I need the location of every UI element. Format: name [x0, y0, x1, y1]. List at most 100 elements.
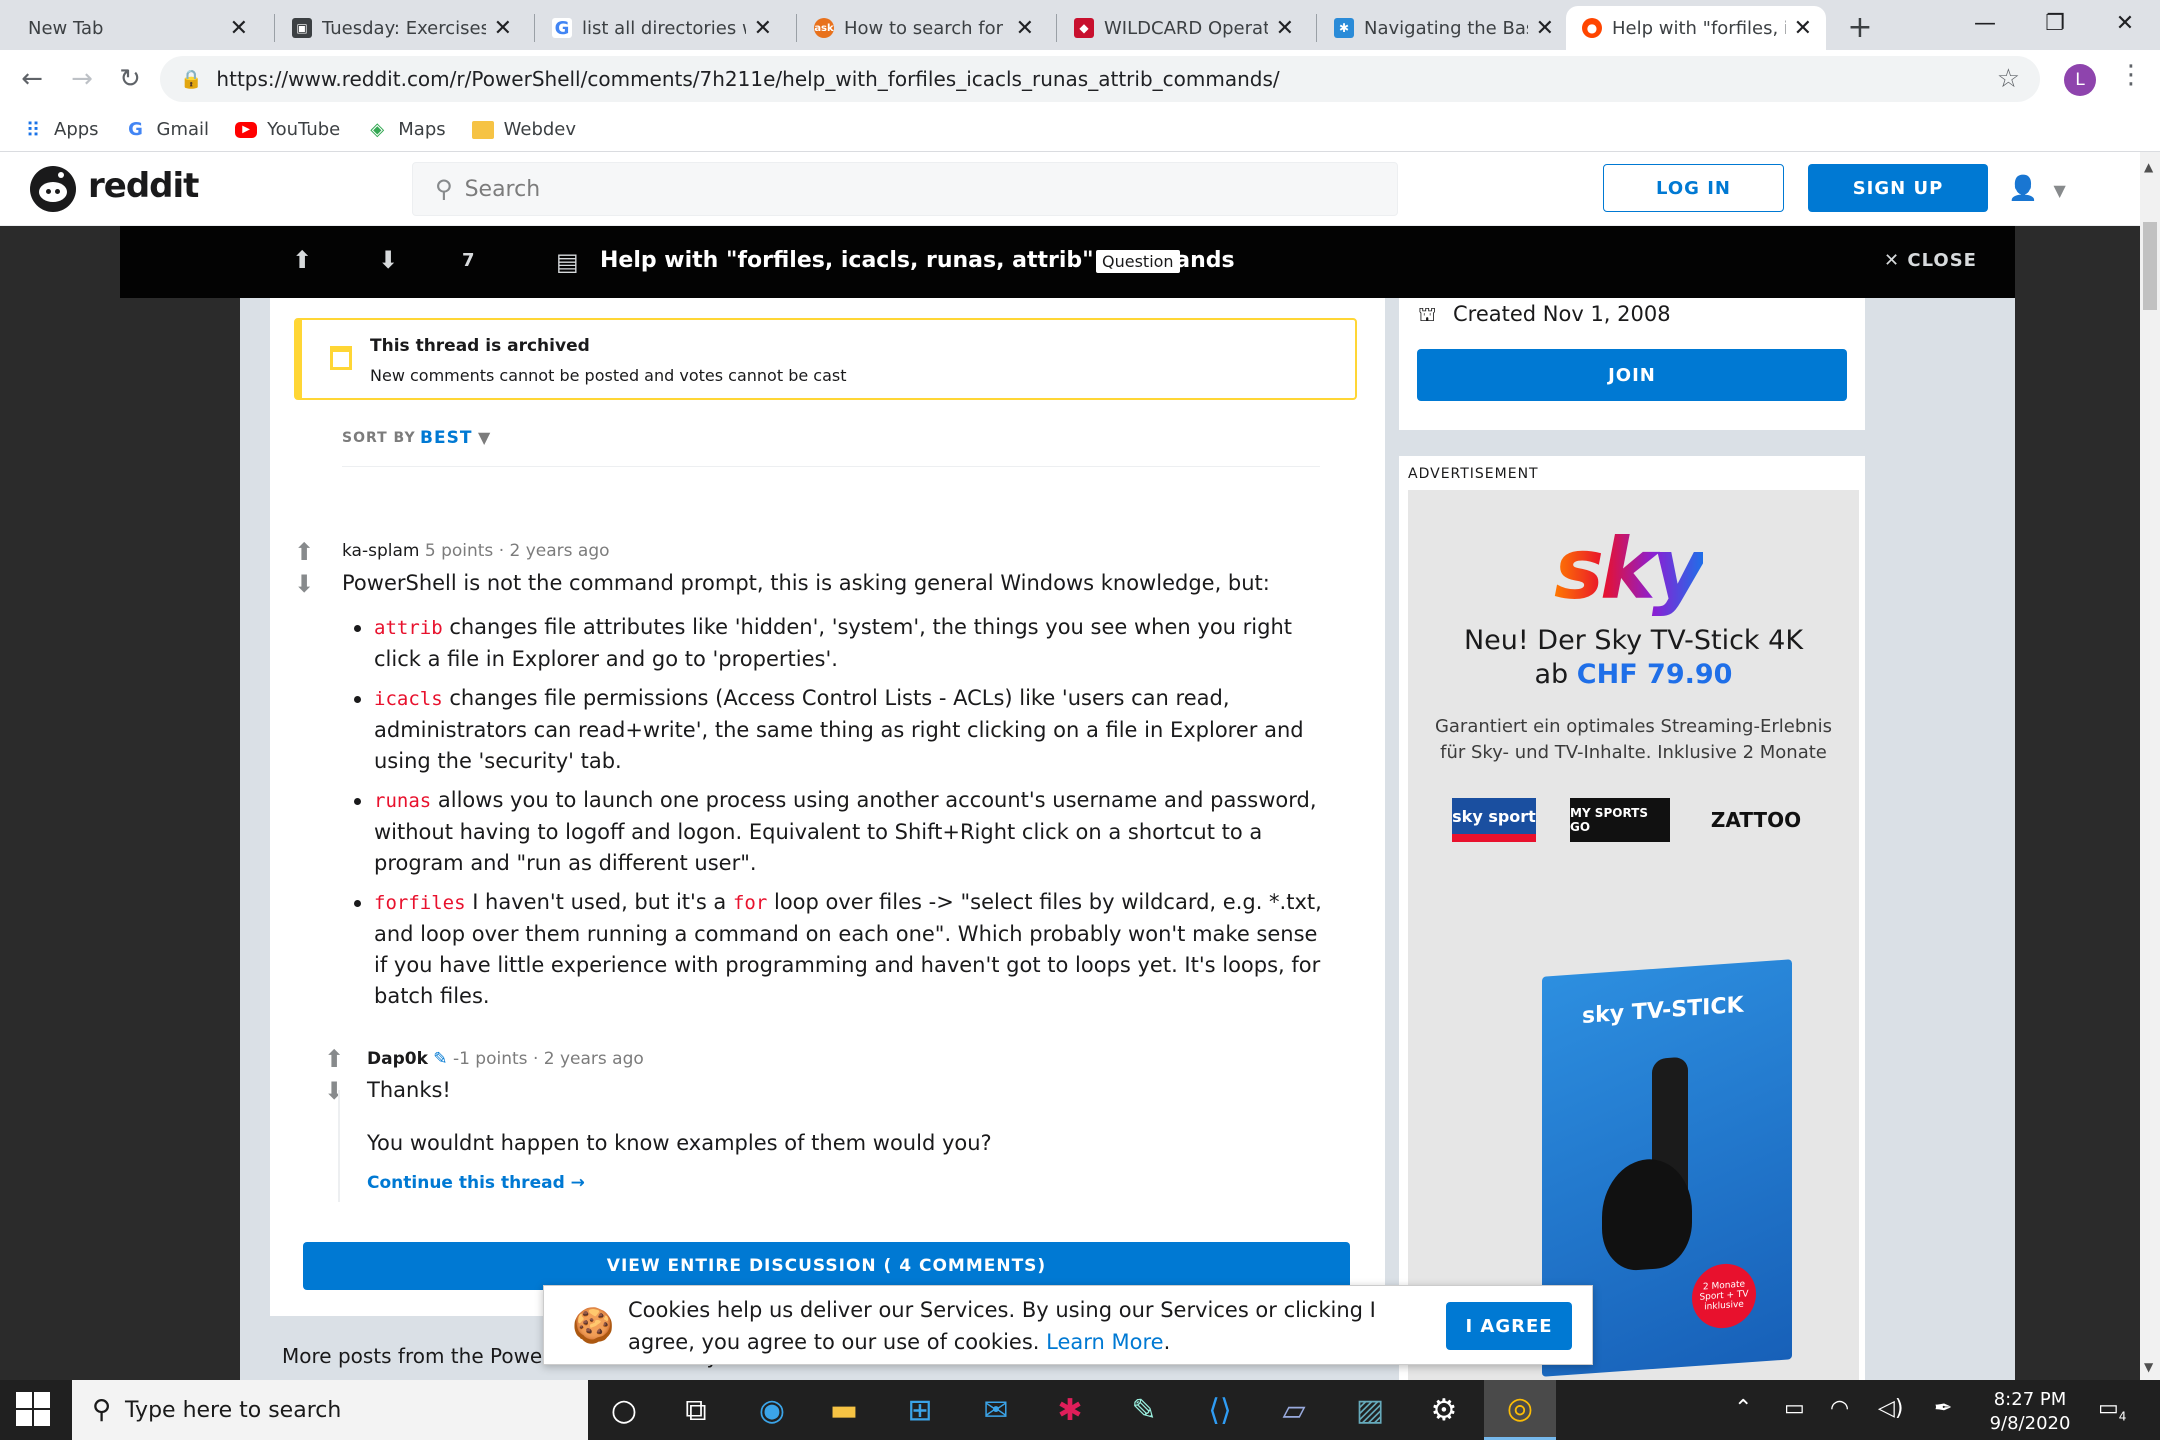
chrome-icon[interactable]: ◎	[1484, 1380, 1556, 1440]
settings-gear-icon[interactable]: ⚙	[1408, 1380, 1480, 1440]
tab-how-to-search[interactable]: ask How to search for all ✕	[798, 6, 1048, 50]
list-item: runas allows you to launch one process u…	[342, 785, 1322, 879]
show-hidden-icons-icon[interactable]: ⌃	[1734, 1396, 1752, 1421]
inline-code: for	[732, 892, 768, 914]
bookmark-youtube[interactable]: ▶ YouTube	[235, 119, 340, 140]
close-icon[interactable]: ✕	[754, 16, 772, 41]
bookmark-maps[interactable]: ◈ Maps	[366, 119, 445, 141]
tab-title: Navigating the Bash	[1364, 17, 1528, 39]
community-created: Created Nov 1, 2008	[1453, 302, 1671, 326]
close-icon: ✕	[1884, 250, 1908, 271]
new-tab-button[interactable]: +	[1840, 8, 1880, 48]
thread-line[interactable]	[338, 1090, 340, 1202]
pen-icon[interactable]: ✒	[1934, 1396, 1952, 1421]
windows-start-icon[interactable]	[16, 1392, 52, 1428]
tab-title: WILDCARD Operato	[1104, 17, 1268, 39]
upvote-icon[interactable]: ⬆	[292, 246, 312, 274]
bookmark-star-icon[interactable]: ☆	[1997, 64, 2020, 94]
address-bar[interactable]: 🔒 https://www.reddit.com/r/PowerShell/co…	[160, 56, 2040, 102]
tab-tuesday-exercises[interactable]: ▣ Tuesday: Exercises C ✕	[276, 6, 526, 50]
tab-title: Help with "forfiles, ic	[1612, 17, 1786, 39]
store-icon[interactable]: ⊞	[884, 1380, 956, 1440]
system-clock[interactable]: 8:27 PM 9/8/2020	[1980, 1388, 2080, 1436]
downvote-icon[interactable]: ⬇	[324, 1077, 344, 1105]
close-icon[interactable]: ✕	[1794, 16, 1812, 41]
comment-author[interactable]: Dap0k	[367, 1049, 428, 1069]
user-dropdown[interactable]: 👤 ▼	[2008, 174, 2066, 202]
bookmark-gmail[interactable]: G Gmail	[125, 119, 209, 141]
vertical-scrollbar[interactable]: ▲ ▼	[2140, 152, 2160, 1380]
tab-title: list all directories wit	[582, 17, 746, 39]
window-close-icon[interactable]: ✕	[2090, 0, 2160, 46]
join-button[interactable]: JOIN	[1417, 349, 1847, 401]
slack-icon[interactable]: ✱	[1034, 1380, 1106, 1440]
comment-author[interactable]: ka-splam	[342, 541, 419, 561]
cake-icon: ⛫	[1418, 302, 1437, 326]
restore-icon[interactable]: ❐	[2020, 0, 2090, 46]
reddit-logo-icon[interactable]	[30, 166, 76, 212]
close-post-button[interactable]: ✕ CLOSE	[1884, 250, 1977, 271]
tab-help-forfiles[interactable]: ● Help with "forfiles, ic ✕	[1566, 6, 1826, 50]
profile-avatar[interactable]: L	[2064, 64, 2096, 96]
scroll-thumb[interactable]	[2143, 222, 2157, 310]
notification-icon[interactable]: ▭4	[2098, 1396, 2126, 1423]
learn-more-link[interactable]: Learn More	[1046, 1330, 1163, 1354]
battery-icon[interactable]: ▭	[1784, 1396, 1805, 1421]
bookmark-apps[interactable]: ⠿ Apps	[22, 118, 99, 142]
edge-icon[interactable]: ◉	[736, 1380, 808, 1440]
downvote-icon[interactable]: ⬇	[294, 570, 314, 598]
paint-icon[interactable]: ✎	[1108, 1380, 1180, 1440]
list-item-text: changes file attributes like 'hidden', '…	[374, 615, 1292, 671]
reddit-wordmark[interactable]: reddit	[88, 166, 199, 206]
bash-icon: ✱	[1334, 18, 1354, 38]
tab-list-directories[interactable]: G list all directories wit ✕	[536, 6, 786, 50]
minimize-icon[interactable]: —	[1950, 0, 2020, 46]
forward-icon[interactable]: →	[62, 59, 102, 99]
vscode-icon[interactable]: ⟨⟩	[1184, 1380, 1256, 1440]
comment-points: 5 points	[424, 541, 494, 561]
bookmark-webdev[interactable]: Webdev	[471, 119, 576, 140]
file-explorer-icon[interactable]: ▬	[808, 1380, 880, 1440]
scroll-up-icon[interactable]: ▲	[2144, 160, 2153, 174]
sort-dropdown[interactable]: BEST	[420, 428, 472, 448]
comment-age[interactable]: 2 years ago	[544, 1049, 644, 1069]
box-label: sky TV-STICK	[1582, 992, 1744, 1029]
comment-age[interactable]: 2 years ago	[510, 541, 610, 561]
taskbar-search-input[interactable]: ⚲ Type here to search	[72, 1380, 588, 1440]
comment-list: attrib changes file attributes like 'hid…	[342, 612, 1322, 1020]
search-icon: ⚲	[435, 175, 453, 203]
partner-sky-sport: sky sport	[1452, 798, 1536, 842]
close-icon[interactable]: ✕	[1276, 16, 1294, 41]
wifi-icon[interactable]: ◠	[1830, 1396, 1849, 1421]
notepad-icon[interactable]: ▱	[1258, 1380, 1330, 1440]
upvote-icon[interactable]: ⬆	[324, 1045, 344, 1073]
signup-button[interactable]: SIGN UP	[1808, 164, 1988, 212]
login-button[interactable]: LOG IN	[1603, 164, 1784, 212]
scroll-down-icon[interactable]: ▼	[2144, 1360, 2153, 1374]
tab-navigating-bash[interactable]: ✱ Navigating the Bash ✕	[1318, 6, 1568, 50]
photos-icon[interactable]: ▨	[1334, 1380, 1406, 1440]
caret-down-icon[interactable]: ▼	[478, 428, 490, 447]
chrome-menu-icon[interactable]: ⋮	[2118, 60, 2144, 90]
back-icon[interactable]: ←	[12, 59, 52, 99]
tab-wildcard-operator[interactable]: ◆ WILDCARD Operato ✕	[1058, 6, 1308, 50]
upvote-icon[interactable]: ⬆	[294, 538, 314, 566]
cortana-icon[interactable]: ○	[588, 1380, 660, 1440]
mail-icon[interactable]: ✉	[960, 1380, 1032, 1440]
volume-icon[interactable]: ◁)	[1878, 1396, 1904, 1421]
downvote-icon[interactable]: ⬇	[378, 246, 398, 274]
search-input[interactable]: ⚲ Search	[412, 162, 1398, 216]
close-icon[interactable]: ✕	[1536, 16, 1554, 41]
close-icon[interactable]: ✕	[230, 16, 248, 41]
agree-button[interactable]: I AGREE	[1446, 1302, 1572, 1350]
reload-icon[interactable]: ↻	[110, 59, 150, 99]
task-view-icon[interactable]: ⧉	[660, 1380, 732, 1440]
close-icon[interactable]: ✕	[1016, 16, 1034, 41]
tab-new-tab[interactable]: New Tab ✕	[12, 6, 262, 50]
sky-advertisement[interactable]: sky Neu! Der Sky TV-Stick 4K ab CHF 79.9…	[1408, 490, 1859, 1380]
close-icon[interactable]: ✕	[494, 16, 512, 41]
comment-points: -1 points	[452, 1049, 528, 1069]
browser-tab-strip: New Tab ✕ ▣ Tuesday: Exercises C ✕ G lis…	[0, 0, 2160, 50]
continue-thread-link[interactable]: Continue this thread →	[367, 1173, 585, 1193]
view-entire-discussion-button[interactable]: VIEW ENTIRE DISCUSSION ( 4 COMMENTS)	[303, 1242, 1350, 1290]
